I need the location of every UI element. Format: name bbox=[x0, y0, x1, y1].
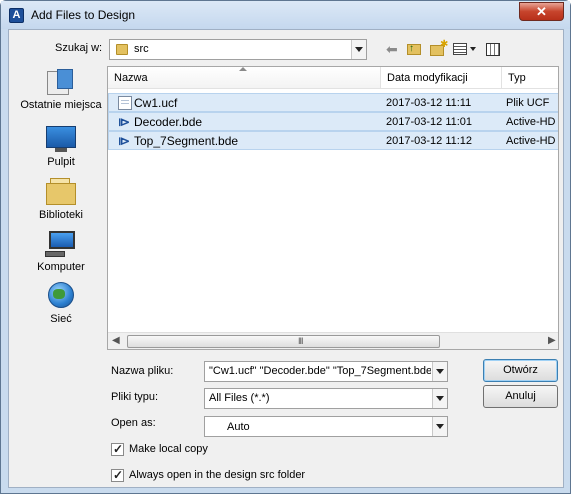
filename-label: Nazwa pliku: bbox=[111, 365, 174, 377]
ucf-file-icon bbox=[118, 96, 132, 110]
sort-ascending-icon bbox=[239, 67, 247, 71]
scroll-thumb[interactable]: III bbox=[127, 335, 440, 348]
openas-value: Auto bbox=[227, 421, 250, 433]
scroll-left-icon[interactable]: ◀ bbox=[112, 335, 120, 346]
chevron-down-icon[interactable] bbox=[432, 362, 447, 381]
dialog-body: Szukaj w: src ⬅ ↑ ✱ Ostatnie miejsca Pul… bbox=[8, 29, 564, 488]
computer-icon bbox=[45, 229, 77, 259]
file-row[interactable]: ⧐ Decoder.bde 2017-03-12 11:01 Active-HD bbox=[108, 112, 558, 131]
file-type: Active-HD bbox=[506, 135, 556, 147]
open-button[interactable]: Otwórz bbox=[483, 359, 558, 382]
file-name: Decoder.bde bbox=[134, 115, 203, 129]
scroll-right-icon[interactable]: ▶ bbox=[548, 335, 556, 346]
openas-label: Open as: bbox=[111, 417, 156, 429]
file-name: Top_7Segment.bde bbox=[134, 134, 239, 148]
dialog-window: A Add Files to Design ✕ Szukaj w: src ⬅ … bbox=[0, 0, 571, 494]
file-row[interactable]: Cw1.ucf 2017-03-12 11:11 Plik UCF bbox=[108, 93, 558, 112]
column-header-label: Data modyfikacji bbox=[387, 72, 468, 84]
horizontal-scrollbar[interactable]: ◀ III ▶ bbox=[108, 332, 558, 349]
place-label: Biblioteki bbox=[38, 209, 84, 221]
file-row[interactable]: ⧐ Top_7Segment.bde 2017-03-12 11:12 Acti… bbox=[108, 131, 558, 150]
folder-icon bbox=[116, 44, 128, 55]
scroll-grip: III bbox=[298, 336, 303, 346]
back-icon[interactable]: ⬅ bbox=[386, 41, 404, 57]
bde-file-icon: ⧐ bbox=[118, 134, 130, 148]
chevron-down-icon[interactable] bbox=[351, 40, 366, 59]
openas-dropdown[interactable]: Auto bbox=[204, 416, 448, 437]
file-type: Active-HD bbox=[506, 116, 556, 128]
always-open-src-checkbox[interactable] bbox=[111, 468, 124, 482]
filetype-dropdown[interactable]: All Files (*.*) bbox=[204, 388, 448, 409]
place-computer[interactable]: Komputer bbox=[15, 229, 107, 281]
desktop-icon bbox=[45, 124, 77, 154]
filetype-label: Pliki typu: bbox=[111, 391, 159, 403]
place-network[interactable]: Sieć bbox=[15, 281, 107, 333]
places-bar: Ostatnie miejsca Pulpit Biblioteki Kompu… bbox=[15, 67, 107, 359]
libraries-icon bbox=[45, 177, 77, 207]
views-menu-icon[interactable] bbox=[453, 41, 479, 57]
place-libraries[interactable]: Biblioteki bbox=[15, 177, 107, 229]
place-label: Komputer bbox=[37, 261, 85, 273]
file-date: 2017-03-12 11:11 bbox=[386, 97, 472, 109]
make-local-copy-checkbox[interactable] bbox=[111, 442, 124, 456]
column-header-label: Nazwa bbox=[114, 72, 148, 84]
window-title: Add Files to Design bbox=[31, 8, 136, 22]
close-button[interactable]: ✕ bbox=[519, 2, 564, 21]
place-desktop[interactable]: Pulpit bbox=[15, 124, 107, 176]
place-label: Sieć bbox=[50, 313, 72, 325]
filetype-value: All Files (*.*) bbox=[209, 392, 270, 404]
make-local-copy-label: Make local copy bbox=[129, 443, 208, 455]
lookin-dropdown[interactable]: src bbox=[109, 39, 367, 60]
lookin-label: Szukaj w: bbox=[55, 42, 103, 54]
place-recent[interactable]: Ostatnie miejsca bbox=[15, 67, 107, 119]
up-folder-icon[interactable]: ↑ bbox=[406, 41, 424, 57]
file-list[interactable]: Nazwa Data modyfikacji Typ Cw1.ucf 2017-… bbox=[107, 66, 559, 350]
title-bar[interactable]: A Add Files to Design ✕ bbox=[1, 1, 570, 29]
network-icon bbox=[45, 281, 77, 311]
always-open-src-label: Always open in the design src folder bbox=[129, 469, 306, 481]
new-folder-icon[interactable]: ✱ bbox=[430, 39, 448, 57]
chevron-down-icon[interactable] bbox=[432, 417, 447, 436]
column-header-label: Typ bbox=[508, 72, 526, 84]
filename-input[interactable]: "Cw1.ucf" "Decoder.bde" "Top_7Segment.bd… bbox=[204, 361, 448, 382]
column-header-type[interactable]: Typ bbox=[502, 67, 558, 89]
file-name: Cw1.ucf bbox=[134, 96, 178, 110]
chevron-down-icon[interactable] bbox=[432, 389, 447, 408]
recent-places-icon bbox=[45, 67, 77, 97]
app-icon: A bbox=[9, 8, 24, 23]
file-date: 2017-03-12 11:01 bbox=[386, 116, 473, 128]
file-type: Plik UCF bbox=[506, 97, 550, 109]
tools-icon[interactable] bbox=[485, 41, 503, 57]
filename-value: "Cw1.ucf" "Decoder.bde" "Top_7Segment.bd… bbox=[209, 365, 431, 377]
place-label: Ostatnie miejsca bbox=[20, 99, 102, 111]
column-header-name[interactable]: Nazwa bbox=[108, 67, 381, 89]
bde-file-icon: ⧐ bbox=[118, 115, 130, 129]
cancel-button[interactable]: Anuluj bbox=[483, 385, 558, 408]
place-label: Pulpit bbox=[47, 156, 75, 168]
column-header-date[interactable]: Data modyfikacji bbox=[381, 67, 502, 89]
file-date: 2017-03-12 11:12 bbox=[386, 135, 473, 147]
lookin-value: src bbox=[134, 43, 149, 55]
